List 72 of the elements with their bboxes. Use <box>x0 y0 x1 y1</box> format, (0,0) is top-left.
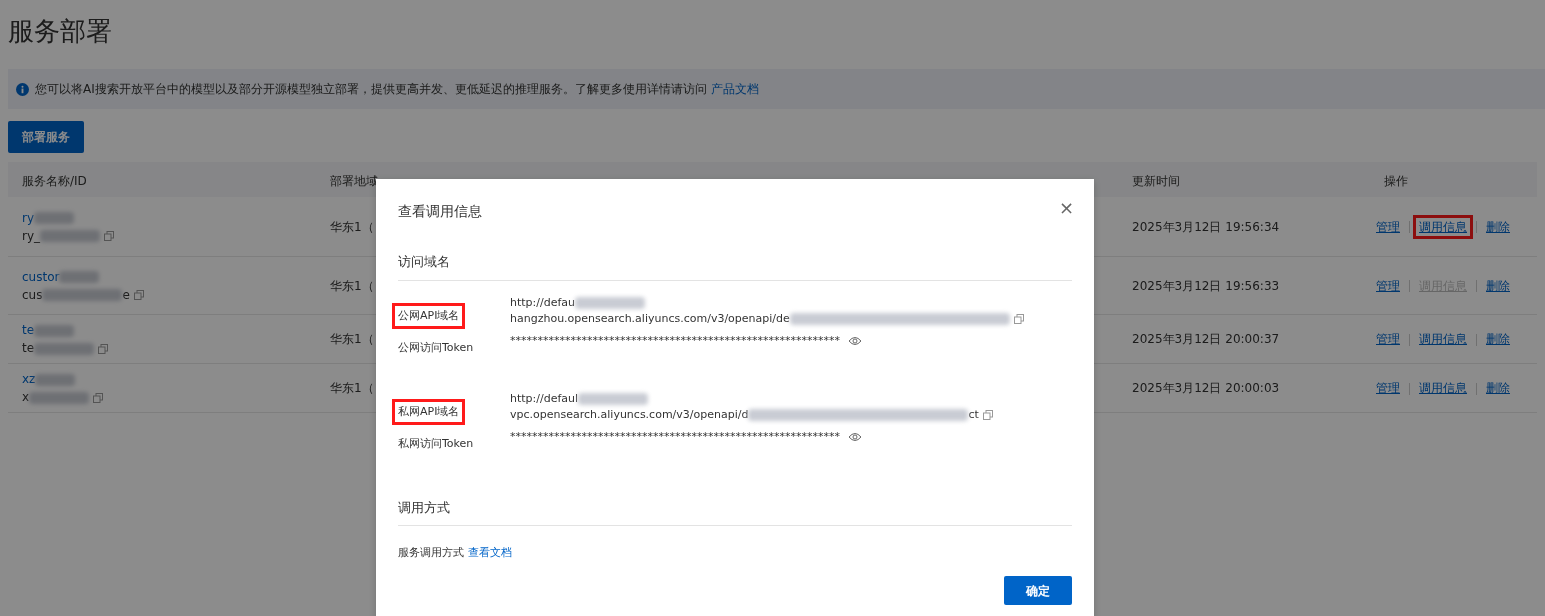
column-header: 部署地域 <box>330 174 378 189</box>
copy-icon[interactable] <box>104 231 115 242</box>
blurred-region <box>59 271 100 284</box>
blurred-region <box>40 230 101 243</box>
url-text: vpc.opensearch.aliyuncs.com/v3/openapi/d <box>510 408 749 421</box>
deploy-button[interactable]: 部署服务 <box>8 121 84 154</box>
action-link[interactable]: 删除 <box>1480 327 1516 352</box>
action-link[interactable]: 删除 <box>1480 376 1516 401</box>
action-link[interactable]: 删除 <box>1480 273 1516 298</box>
column-header: 服务名称/ID <box>22 174 87 189</box>
column-header: 更新时间 <box>1132 174 1180 189</box>
copy-icon[interactable] <box>93 392 104 403</box>
update-time: 2025年3月12日 20:00:03 <box>1132 380 1280 398</box>
service-name-link[interactable]: te <box>22 323 35 338</box>
copy-icon[interactable] <box>982 410 993 420</box>
copy-icon[interactable] <box>133 290 144 301</box>
service-name-link[interactable]: custor <box>22 269 60 284</box>
url-text: http://defaul <box>510 392 579 405</box>
field-label: 公网访问Token <box>397 339 475 356</box>
service-id: te <box>22 341 35 356</box>
dialog-title: 查看调用信息 <box>398 202 482 221</box>
url-text: ct <box>968 408 979 421</box>
service-id: ry_ <box>22 228 41 243</box>
update-time: 2025年3月12日 20:00:37 <box>1132 331 1280 349</box>
confirm-button[interactable]: 确定 <box>1004 576 1072 605</box>
copy-icon[interactable] <box>98 343 109 354</box>
action-link[interactable]: 管理 <box>1370 327 1406 352</box>
url-text: hangzhou.opensearch.aliyuncs.com/v3/openapi/de <box>510 311 790 325</box>
action-link[interactable]: 调用信息 <box>1413 214 1473 239</box>
blurred-region <box>29 391 90 404</box>
section-heading: 调用方式 <box>398 497 1072 526</box>
token-value: ************************************************************ <box>510 333 840 347</box>
service-id: cus <box>22 287 43 302</box>
copy-icon[interactable] <box>1013 313 1024 324</box>
region-text: 华东1（ <box>330 380 374 398</box>
blurred-region <box>578 393 649 405</box>
field-label: 私网API域名 <box>392 399 466 425</box>
field-label: 私网访问Token <box>397 436 475 452</box>
service-name-link[interactable]: ry <box>22 210 35 225</box>
blurred-region <box>34 342 95 355</box>
section-heading: 访问域名 <box>398 252 1072 281</box>
service-name-link[interactable]: xz <box>22 372 36 387</box>
service-id: e <box>122 287 130 302</box>
eye-icon[interactable] <box>848 335 862 346</box>
region-text: 华东1（ <box>330 331 374 349</box>
token-value: ************************************************************ <box>510 430 840 443</box>
info-icon <box>16 82 29 96</box>
blurred-region <box>34 324 75 337</box>
page-title: 服务部署 <box>8 16 113 48</box>
action-link[interactable]: 管理 <box>1370 273 1406 298</box>
blurred-region <box>35 373 76 386</box>
blurred-region <box>34 212 75 225</box>
update-time: 2025年3月12日 19:56:33 <box>1132 277 1280 295</box>
region-text: 华东1（ <box>330 218 374 236</box>
action-link[interactable]: 调用信息 <box>1413 327 1473 352</box>
url-text: http://defau <box>510 295 576 309</box>
action-link[interactable]: 删除 <box>1480 214 1516 239</box>
notice-text: 您可以将AI搜索开放平台中的模型以及部分开源模型独立部署，提供更高并发、更低延迟的推理服务。了解更多使用详情请访问 产品文档 <box>35 81 759 99</box>
update-time: 2025年3月12日 19:56:34 <box>1132 218 1280 236</box>
close-button[interactable]: × <box>1058 199 1074 217</box>
action-link[interactable]: 调用信息 <box>1413 376 1473 401</box>
action-link[interactable]: 管理 <box>1370 214 1406 239</box>
column-header: 操作 <box>1384 174 1408 189</box>
field-label: 公网API域名 <box>392 302 466 329</box>
doc-link[interactable]: 产品文档 <box>710 82 759 97</box>
blurred-region <box>575 296 646 309</box>
action-link[interactable]: 管理 <box>1370 376 1406 401</box>
doc-link[interactable]: 查看文档 <box>467 546 512 559</box>
service-id: x <box>22 390 30 405</box>
method-text: 服务调用方式 查看文档 <box>397 545 513 561</box>
eye-icon[interactable] <box>848 432 862 442</box>
region-text: 华东1（ <box>330 277 374 295</box>
